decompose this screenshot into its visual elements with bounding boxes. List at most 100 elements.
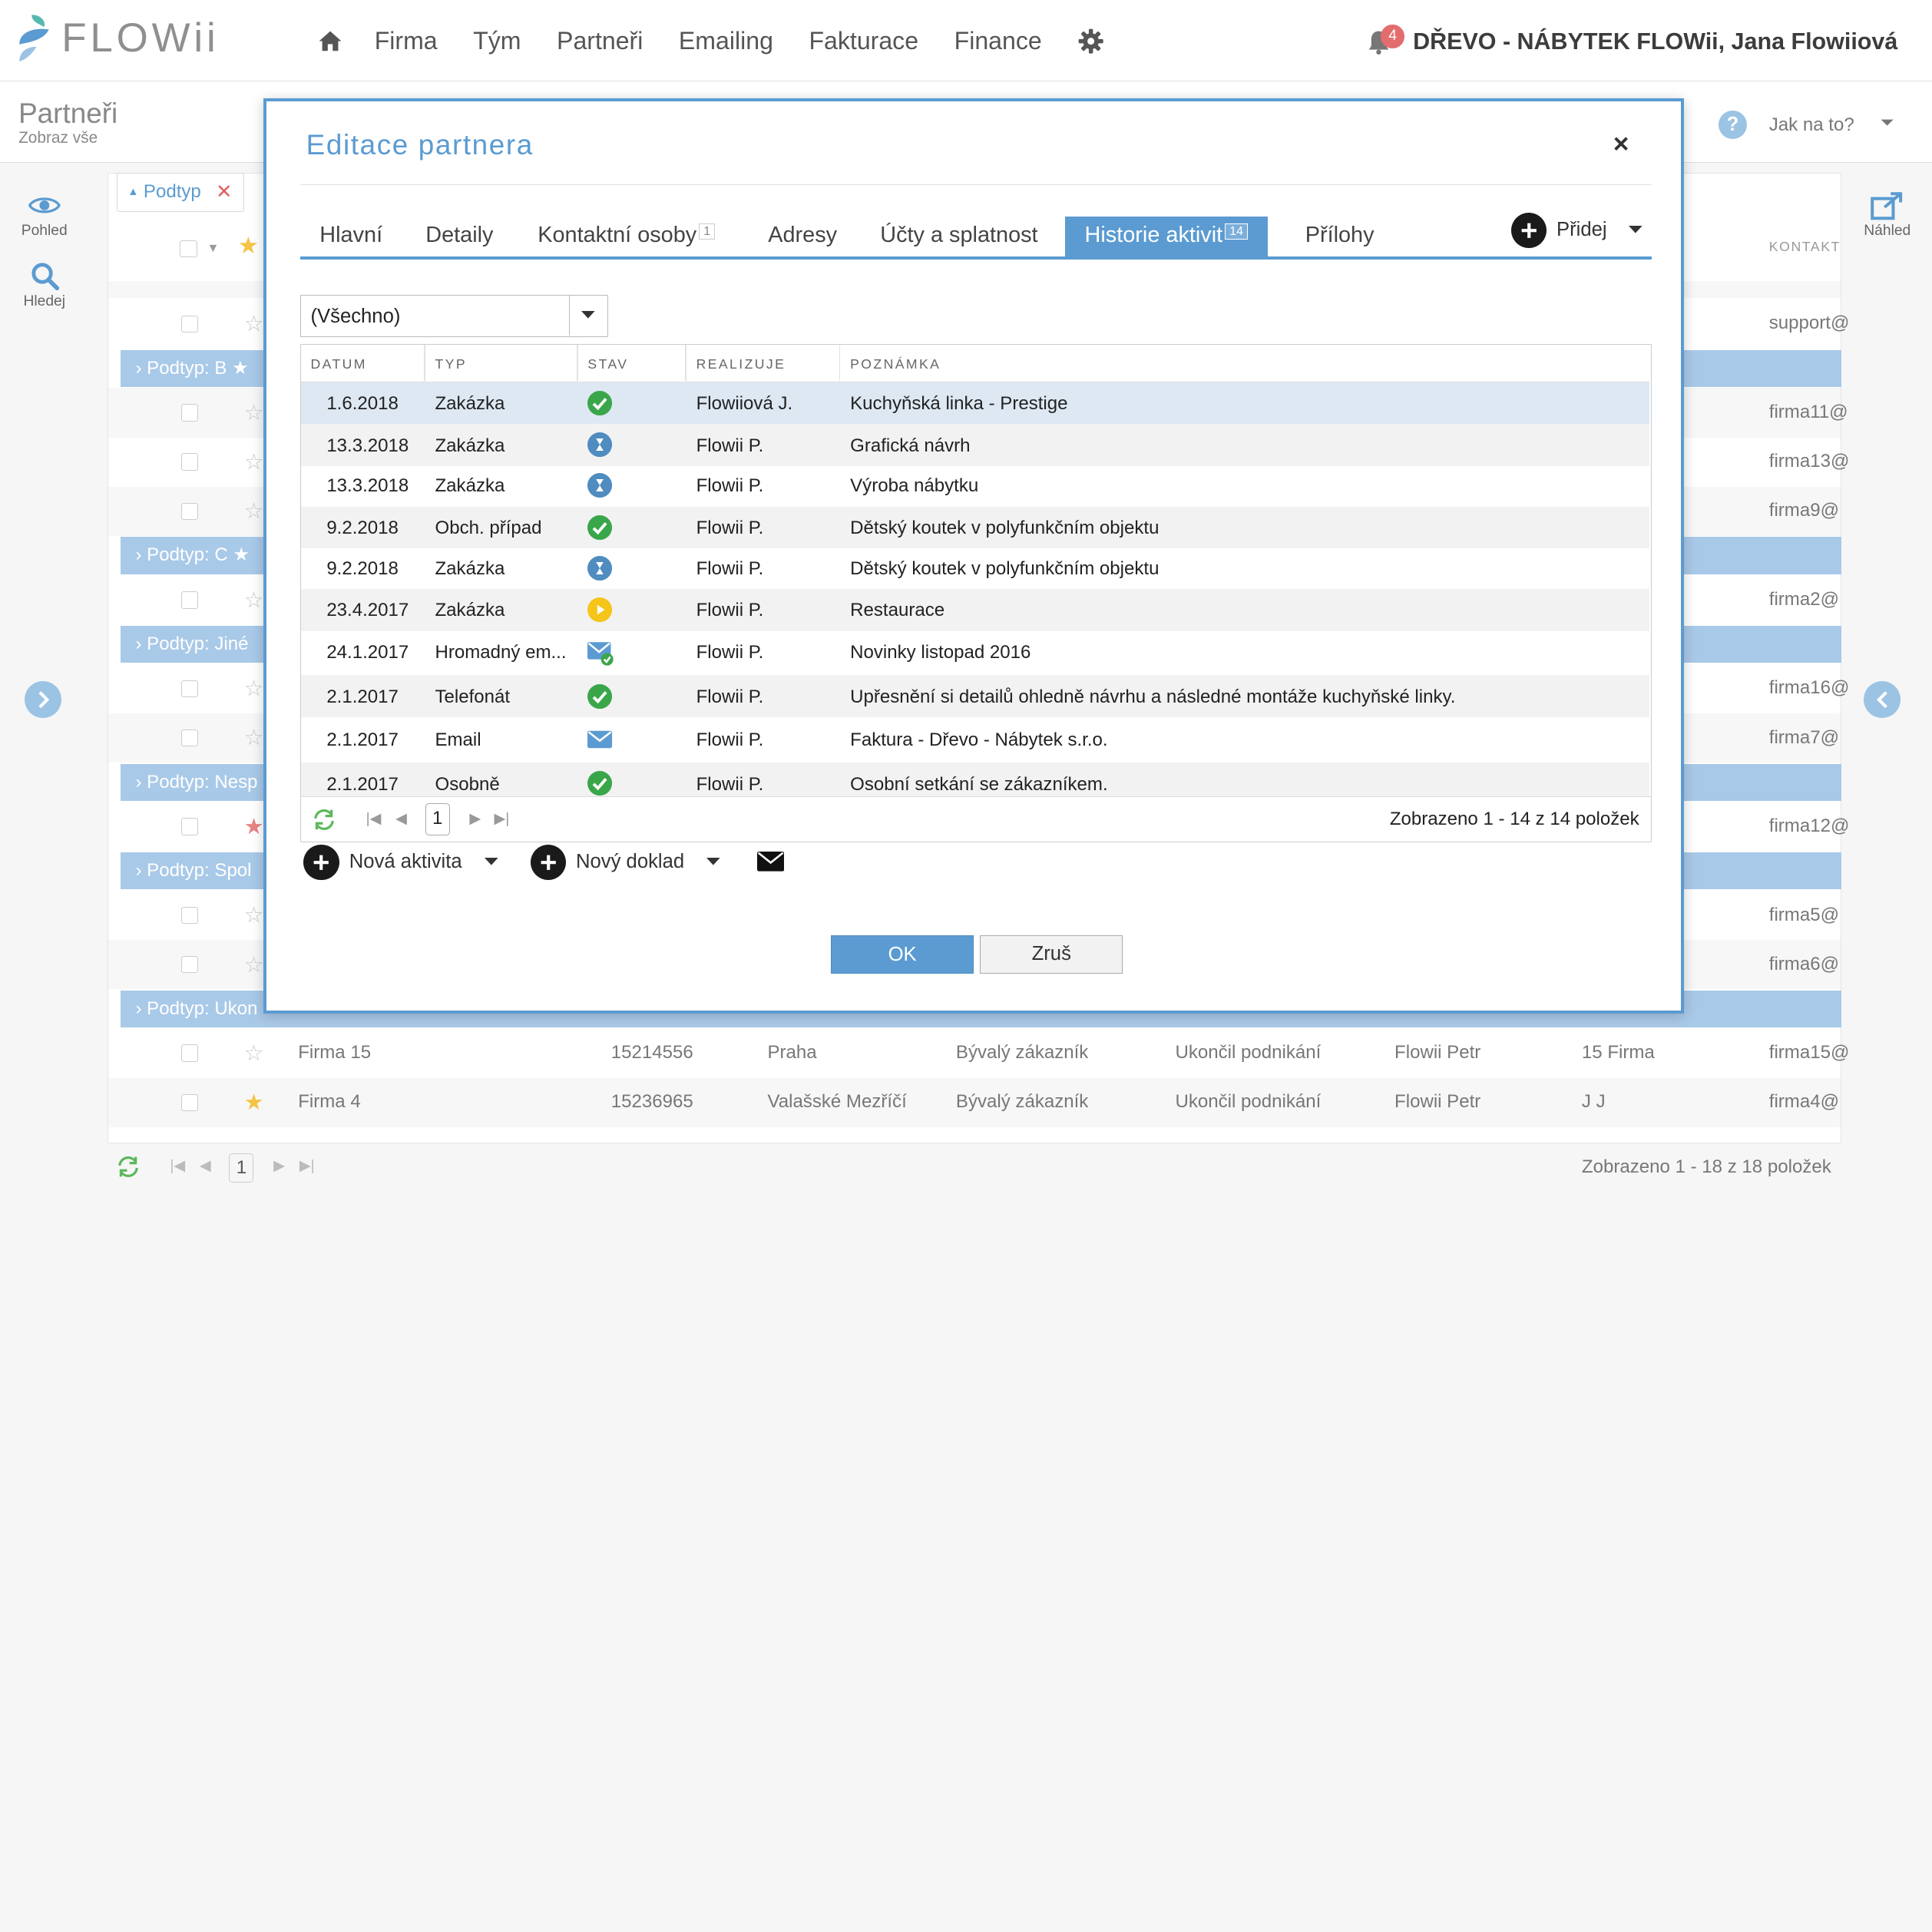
close-icon[interactable]: × [1613,129,1629,160]
last-page-icon[interactable]: ▶| [495,809,510,828]
chevron-right-icon: › [135,633,142,654]
status-done-icon [587,390,613,415]
row-checkbox[interactable] [180,1093,199,1112]
col-poznamka[interactable]: POZNÁMKA [850,356,941,372]
nav-partneri[interactable]: Partneři [557,27,643,55]
table-row[interactable]: 2.1.2017 Email Flowii P. Faktura - Dřevo - … [301,718,1650,760]
page-subtitle[interactable]: Zobraz vše [18,129,98,147]
row-checkbox[interactable] [180,453,199,471]
tab-ucty-a-splatnost[interactable]: Účty a splatnost [880,217,1037,257]
star-icon[interactable]: ★ [244,813,264,840]
tab-prilohy[interactable]: Přílohy [1305,217,1375,257]
row-checkbox[interactable] [180,1044,199,1062]
col-datum[interactable]: DATUM [310,356,366,372]
logo[interactable]: FLOWii [17,12,219,64]
nav-emailing[interactable]: Emailing [679,27,773,55]
refresh-icon[interactable] [312,809,336,831]
settings-gear-icon[interactable] [1077,28,1104,55]
next-page-icon[interactable]: ▶ [273,1156,285,1175]
star-icon[interactable]: ☆ [244,675,264,702]
row-checkbox[interactable] [180,502,199,520]
row-checkbox[interactable] [180,680,199,697]
tab-kontaktni-osoby[interactable]: Kontaktní osoby 1 [538,217,715,257]
table-row[interactable]: 9.2.2018 Zakázka Flowii P. Dětský koutek v … [301,547,1650,589]
help-caret-icon[interactable] [1880,118,1894,128]
row-checkbox[interactable] [180,404,199,422]
remove-filter-icon[interactable]: ✕ [216,180,233,203]
add-dropdown-button[interactable]: Přidej [1510,212,1643,249]
help-question-icon[interactable]: ? [1718,111,1747,140]
favorite-header-star-icon[interactable]: ★ [238,233,259,260]
tab-detaily[interactable]: Detaily [425,217,493,257]
tab-adresy[interactable]: Adresy [768,217,837,257]
refresh-icon[interactable] [116,1156,141,1178]
grid-row[interactable]: ☆ Firma 15 15214556 Praha Bývalý zákazní… [108,1029,1849,1078]
next-page-icon[interactable]: ▶ [469,809,481,828]
cancel-button[interactable]: Zruš [980,935,1123,974]
table-row[interactable]: 24.1.2017 Hromadný em... Flowii P. Novinky … [301,631,1650,673]
add-label: Přidej [1556,219,1607,241]
star-icon[interactable]: ☆ [244,498,264,524]
nav-tym[interactable]: Tým [473,27,521,55]
table-row[interactable]: 13.3.2018 Zakázka Flowii P. Výroba nábytku [301,465,1650,507]
tab-hlavni[interactable]: Hlavní [319,217,382,257]
last-page-icon[interactable]: ▶| [299,1156,315,1175]
grid-row[interactable]: ★ Firma 4 15236965 Valašské Mezříčí Býva… [108,1077,1841,1127]
help-link[interactable]: Jak na to? [1769,114,1854,136]
home-icon[interactable] [318,30,342,52]
cell-date: 13.3.2018 [326,475,409,497]
envelope-icon[interactable] [756,852,785,872]
activity-filter-select[interactable]: (Všechno) [299,295,608,337]
nav-fakturace[interactable]: Fakturace [809,27,918,55]
col-typ[interactable]: TYP [435,356,467,372]
plus-icon [303,844,339,881]
table-row[interactable]: 2.1.2017 Telefonát Flowii P. Upřesnění si d… [300,675,1650,717]
first-page-icon[interactable]: |◀ [366,809,382,828]
kontakt-header[interactable]: KONTAKT [1769,239,1841,255]
star-icon[interactable]: ☆ [244,951,264,978]
page-number[interactable]: 1 [229,1153,254,1183]
select-all-checkbox[interactable] [180,240,197,258]
row-checkbox[interactable] [180,955,199,974]
prev-page-icon[interactable]: ◀ [395,809,407,828]
row-checkbox[interactable] [180,818,199,835]
view-button[interactable]: Pohled [0,194,89,240]
page-number[interactable]: 1 [425,803,450,835]
col-realizuje[interactable]: REALIZUJE [696,356,786,372]
star-icon[interactable]: ★ [244,1089,264,1116]
new-document-button[interactable]: Nový doklad [530,844,720,881]
activity-table: DATUM TYP STAV REALIZUJE POZNÁMKA 1.6.20… [299,344,1652,842]
nav-finance[interactable]: Finance [954,27,1042,55]
new-activity-button[interactable]: Nová aktivita [303,844,498,881]
row-checkbox[interactable] [180,315,199,333]
star-icon[interactable]: ☆ [244,1040,264,1067]
search-button[interactable]: Hledej [0,261,89,310]
table-row[interactable]: 23.4.2017 Zakázka Flowii P. Restaurace [300,589,1650,631]
select-caret-icon[interactable]: ▼ [207,241,220,256]
star-icon[interactable]: ☆ [244,310,264,337]
star-icon[interactable]: ☆ [244,587,264,614]
star-icon[interactable]: ☆ [244,901,264,928]
filter-chip-podtyp[interactable]: ▲ Podtyp ✕ [117,172,244,212]
nav-firma[interactable]: Firma [375,27,438,55]
star-icon[interactable]: ☆ [244,448,264,475]
company-user-name[interactable]: DŘEVO - NÁBYTEK FLOWii, Jana Flowiiová [1413,28,1897,55]
row-name: Firma 15 [298,1042,372,1064]
cell-type: Email [435,729,481,750]
row-checkbox[interactable] [180,729,199,747]
row-checkbox[interactable] [180,906,199,925]
star-icon[interactable]: ☆ [244,399,264,426]
preview-button[interactable]: Náhled [1843,191,1932,240]
cell-date: 24.1.2017 [326,642,409,663]
row-checkbox[interactable] [180,591,199,609]
ok-button[interactable]: OK [831,935,974,974]
table-row[interactable]: 1.6.2018 Zakázka Flowiiová J. Kuchyňská lin… [300,382,1650,425]
star-icon[interactable]: ☆ [244,724,264,751]
table-row[interactable]: 13.3.2018 Zakázka Flowii P. Grafická návrh [300,424,1650,466]
col-stav[interactable]: STAV [587,356,628,372]
tab-historie-aktivit[interactable]: Historie aktivit 14 [1064,216,1268,257]
caret-down-icon[interactable] [569,296,606,336]
prev-page-icon[interactable]: ◀ [200,1156,211,1175]
table-row[interactable]: 9.2.2018 Obch. případ Flowii P. Dětský kout… [300,506,1650,549]
first-page-icon[interactable]: |◀ [170,1156,185,1175]
